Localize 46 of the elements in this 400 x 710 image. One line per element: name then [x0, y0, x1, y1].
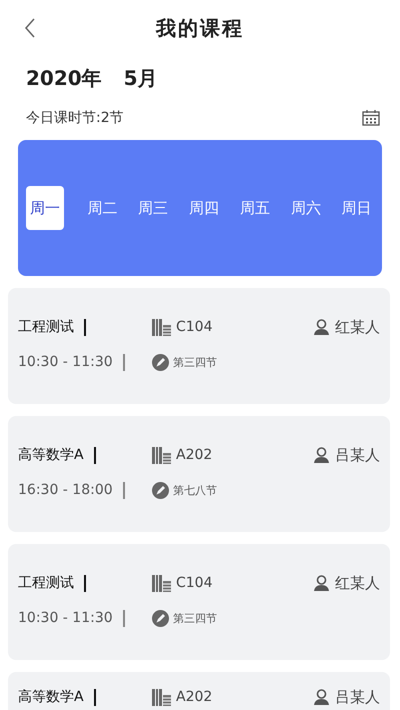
weekday-tab[interactable]: 周四 — [178, 186, 230, 230]
teacher-name: 红某人 — [335, 318, 380, 336]
page-title: 我的课程 — [156, 14, 244, 42]
person-icon — [314, 319, 329, 335]
course-name: 高等数学A — [18, 688, 84, 706]
weekday-tab[interactable]: 周日 — [331, 186, 382, 230]
calendar-icon[interactable] — [362, 110, 380, 126]
course-card[interactable]: 工程测试 C104 红某人 10:30 - 11:30 第三四节 — [8, 288, 390, 404]
room-label: C104 — [176, 575, 212, 591]
building-icon — [152, 688, 172, 706]
class-periods: 第七八节 — [173, 482, 217, 498]
course-card[interactable]: 高等数学A A202 吕某人 16:30 - 18:00 第七八节 — [8, 416, 390, 532]
course-card[interactable]: 工程测试 C104 红某人 10:30 - 11:30 第三四节 — [8, 544, 390, 660]
pencil-badge-icon — [152, 610, 169, 626]
weekday-tab[interactable]: 周五 — [229, 186, 280, 230]
time-range: 10:30 - 11:30 — [18, 610, 113, 626]
course-name: 工程测试 — [18, 574, 74, 592]
year-label: 2020年 — [26, 64, 102, 92]
course-name: 工程测试 — [18, 318, 74, 336]
building-icon — [152, 574, 172, 592]
teacher-name: 吕某人 — [335, 446, 380, 464]
weekday-tab[interactable]: 周六 — [280, 186, 332, 230]
back-icon[interactable] — [24, 18, 36, 38]
room-label: A202 — [176, 689, 212, 705]
month-label: 5月 — [124, 64, 158, 92]
course-name: 高等数学A — [18, 446, 84, 464]
course-card[interactable]: 高等数学A A202 吕某人 — [8, 672, 390, 710]
weekday-tab[interactable]: 周一 — [26, 186, 64, 230]
teacher-name: 吕某人 — [335, 688, 380, 706]
room-label: A202 — [176, 447, 212, 463]
building-icon — [152, 318, 172, 336]
teacher-name: 红某人 — [335, 574, 380, 592]
person-icon — [314, 689, 329, 705]
pencil-badge-icon — [152, 354, 169, 370]
room-label: C104 — [176, 319, 212, 335]
time-range: 16:30 - 18:00 — [18, 482, 113, 498]
today-periods-text: 今日课时节:2节 — [26, 109, 124, 127]
time-range: 10:30 - 11:30 — [18, 354, 113, 370]
person-icon — [314, 575, 329, 591]
pencil-badge-icon — [152, 482, 169, 498]
class-periods: 第三四节 — [173, 354, 217, 370]
building-icon — [152, 446, 172, 464]
person-icon — [314, 447, 329, 463]
weekday-tab[interactable]: 周三 — [128, 186, 179, 230]
weekday-tab[interactable]: 周二 — [76, 186, 128, 230]
class-periods: 第三四节 — [173, 610, 217, 626]
